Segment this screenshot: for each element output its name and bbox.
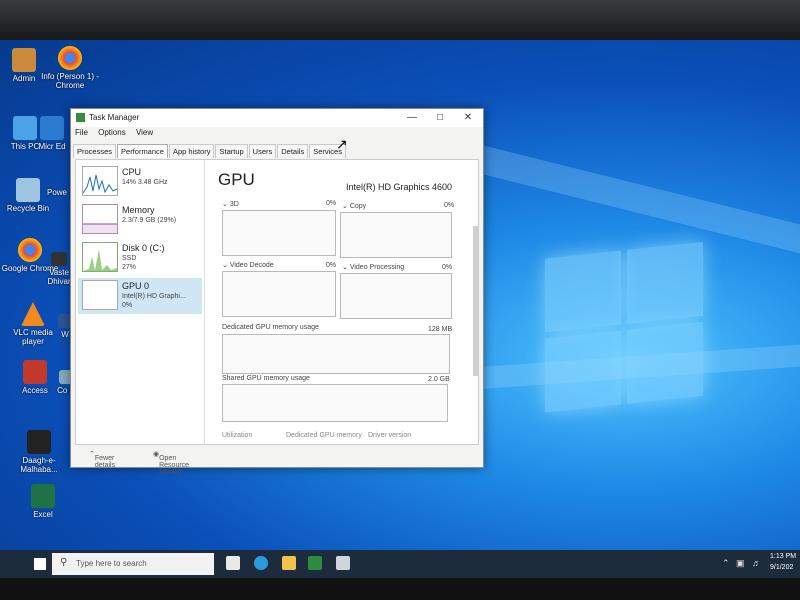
resource-list: CPU 14% 3.48 GHz Memory 2.3/7.9 GB (29%)… (76, 160, 205, 444)
search-placeholder: Type here to search (76, 559, 147, 568)
graph-video-decode (222, 271, 336, 317)
logo-pane (545, 330, 621, 413)
task-manager-icon (76, 113, 85, 122)
edge-taskbar-icon[interactable] (254, 556, 268, 570)
scrollbar[interactable] (473, 226, 479, 376)
task-manager-taskbar-icon[interactable] (336, 556, 350, 570)
graph-video-processing (340, 273, 452, 319)
performance-panel: CPU 14% 3.48 GHz Memory 2.3/7.9 GB (29%)… (75, 159, 479, 445)
resource-disk[interactable]: Disk 0 (C:) SSD 27% (78, 240, 202, 276)
engine-3d-value: 0% (326, 200, 337, 207)
graph-3d (222, 210, 336, 256)
stat-utilization: Utilization (222, 432, 253, 439)
desktop-icon-edge[interactable]: Micr Ed (32, 116, 72, 151)
recycle-bin-icon (16, 178, 40, 202)
chrome-icon (18, 238, 42, 262)
edge-icon (40, 116, 64, 140)
task-manager-window[interactable]: Task Manager — □ ✕ File Options View Pro… (70, 108, 484, 476)
cpu-thumbnail (82, 166, 118, 196)
tab-app-history[interactable]: App history (168, 144, 215, 158)
chrome-icon (58, 46, 82, 70)
tray-chevron-icon[interactable]: ⌃ (722, 558, 730, 569)
engine-copy-value: 0% (444, 202, 455, 209)
tab-details[interactable]: Details (277, 144, 309, 158)
engine-video-decode-label[interactable]: ⌄ Video Decode (222, 261, 274, 269)
tab-users[interactable]: Users (248, 144, 277, 158)
title-bar[interactable]: Task Manager — □ ✕ (71, 109, 483, 127)
logo-pane (627, 321, 703, 404)
open-resource-monitor-link[interactable]: ◉ Open Resource Monitor (153, 450, 189, 476)
resource-gpu[interactable]: GPU 0 Intel(R) HD Graphi... 0% (78, 278, 202, 314)
engine-3d-label[interactable]: ⌄ 3D (222, 200, 239, 208)
shared-memory-label: Shared GPU memory usage (222, 375, 310, 382)
task-view-icon[interactable] (226, 556, 240, 570)
memory-thumbnail (82, 204, 118, 234)
engine-video-processing-value: 0% (442, 264, 453, 271)
graph-dedicated-memory (222, 334, 450, 374)
menu-options[interactable]: Options (98, 128, 126, 137)
video-file-icon (27, 430, 51, 454)
access-icon (23, 360, 47, 384)
window-title: Task Manager (89, 113, 140, 122)
desktop-icon-vaste[interactable]: Vaste Dhivar (46, 252, 72, 286)
tab-bar: Processes Performance App history Startu… (73, 144, 347, 158)
gpu-model: Intel(R) HD Graphics 4600 (346, 182, 453, 192)
app-icon (51, 252, 67, 266)
engine-video-processing-label[interactable]: ⌄ Video Processing (342, 263, 404, 271)
disk-graph (83, 249, 117, 271)
fewer-details-link[interactable]: ⌃ Fewer details (89, 450, 115, 469)
stat-driver-version: Driver version (368, 432, 412, 439)
clock-time[interactable]: 1:13 PM (770, 553, 796, 560)
menu-bar: File Options View (75, 128, 161, 140)
stat-dedicated-memory: Dedicated GPU memory (286, 432, 362, 439)
tab-processes[interactable]: Processes (73, 144, 117, 158)
graph-copy (340, 212, 452, 258)
cpu-graph (82, 174, 118, 194)
excel-icon (31, 484, 55, 508)
start-button[interactable] (34, 558, 46, 570)
search-box[interactable]: ⚲ Type here to search (52, 553, 214, 575)
logo-pane (545, 250, 621, 333)
tab-startup[interactable]: Startup (215, 144, 248, 158)
mouse-cursor-icon: ↗ (336, 136, 348, 152)
monitor-bezel-bottom (0, 578, 800, 600)
volume-icon[interactable]: ♬ (752, 558, 761, 568)
maximize-button[interactable]: □ (431, 112, 449, 123)
engine-copy-label[interactable]: ⌄ Copy (342, 202, 366, 210)
engine-video-decode-value: 0% (326, 262, 337, 269)
disk-thumbnail (82, 242, 118, 272)
excel-taskbar-icon[interactable] (308, 556, 322, 570)
gpu-heading: GPU (218, 170, 255, 189)
menu-file[interactable]: File (75, 128, 88, 137)
desktop-icon-vlc[interactable]: VLC media player (2, 302, 64, 346)
memory-graph (83, 223, 117, 233)
minimize-button[interactable]: — (403, 112, 421, 123)
vlc-cone-icon (21, 302, 45, 326)
close-button[interactable]: ✕ (459, 112, 477, 123)
logo-pane (627, 241, 703, 324)
dedicated-memory-value: 128 MB (428, 326, 453, 333)
desktop-icon-chrome-profile[interactable]: Info (Person 1) - Chrome (39, 46, 101, 90)
network-icon[interactable]: ▣ (736, 558, 745, 569)
search-icon: ⚲ (60, 557, 68, 568)
graph-shared-memory (222, 384, 448, 422)
dedicated-memory-label: Dedicated GPU memory usage (222, 324, 319, 331)
menu-view[interactable]: View (136, 128, 153, 137)
monitor-bezel-top (0, 0, 800, 42)
resource-memory[interactable]: Memory 2.3/7.9 GB (29%) (78, 202, 202, 238)
windows-logo (545, 241, 707, 416)
footer-bar: ⌃ Fewer details ◉ Open Resource Monitor (75, 445, 477, 476)
taskbar: ⚲ Type here to search ⌃ ▣ ♬ 1:13 PM 9/1/… (0, 550, 800, 578)
desktop-icon-daagh[interactable]: Daagh-e-Malhaba... (8, 430, 70, 474)
resource-cpu[interactable]: CPU 14% 3.48 GHz (78, 164, 202, 200)
gpu-thumbnail (82, 280, 118, 310)
file-explorer-icon[interactable] (282, 556, 296, 570)
shared-memory-value: 2.0 GB (428, 376, 450, 383)
user-folder-icon (12, 48, 36, 72)
desktop-icon-powerpoint[interactable]: Powe (44, 188, 70, 197)
clock-date[interactable]: 9/1/202 (770, 564, 793, 571)
tab-performance[interactable]: Performance (117, 144, 168, 158)
desktop-icon-excel[interactable]: Excel (12, 484, 74, 519)
